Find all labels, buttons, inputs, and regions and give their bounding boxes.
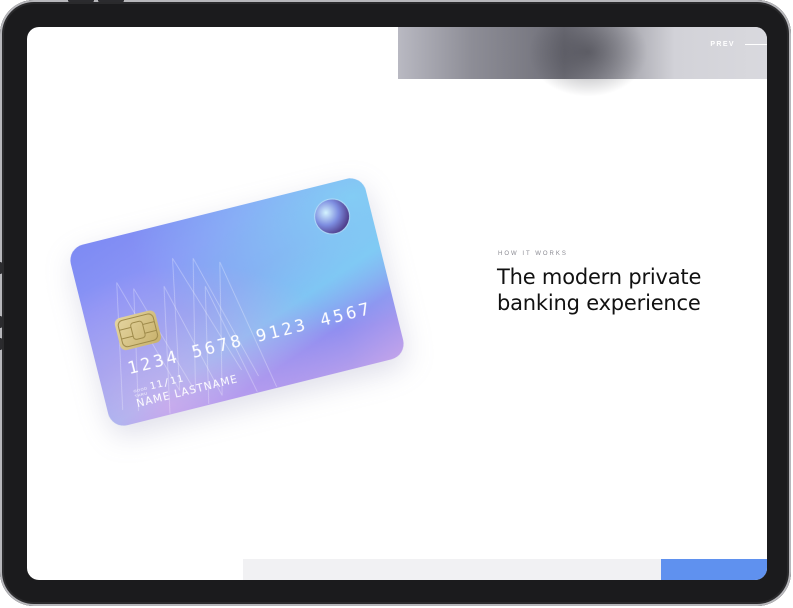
section-eyebrow: HOW IT WORKS <box>498 251 568 257</box>
screen: PREV 1234 5678 9123 4567 GOOD THRU 11/11… <box>27 27 767 580</box>
tablet-frame: PREV 1234 5678 9123 4567 GOOD THRU 11/11… <box>0 0 791 606</box>
top-button <box>98 0 124 2</box>
bottom-bar <box>243 559 661 580</box>
prev-line-icon <box>745 44 767 45</box>
top-button <box>68 0 94 2</box>
card-face: 1234 5678 9123 4567 GOOD THRU 11/11 NAME… <box>67 174 407 430</box>
side-button <box>0 262 2 274</box>
hero-image: PREV <box>398 27 767 97</box>
prev-label: PREV <box>710 41 735 48</box>
side-button <box>0 338 2 350</box>
side-button <box>0 316 2 328</box>
bottom-accent-button[interactable] <box>661 559 767 580</box>
prev-button[interactable]: PREV <box>710 41 767 48</box>
credit-card: 1234 5678 9123 4567 GOOD THRU 11/11 NAME… <box>67 174 407 430</box>
image-shadow <box>528 27 648 97</box>
page-title: The modern private banking experience <box>497 265 702 315</box>
